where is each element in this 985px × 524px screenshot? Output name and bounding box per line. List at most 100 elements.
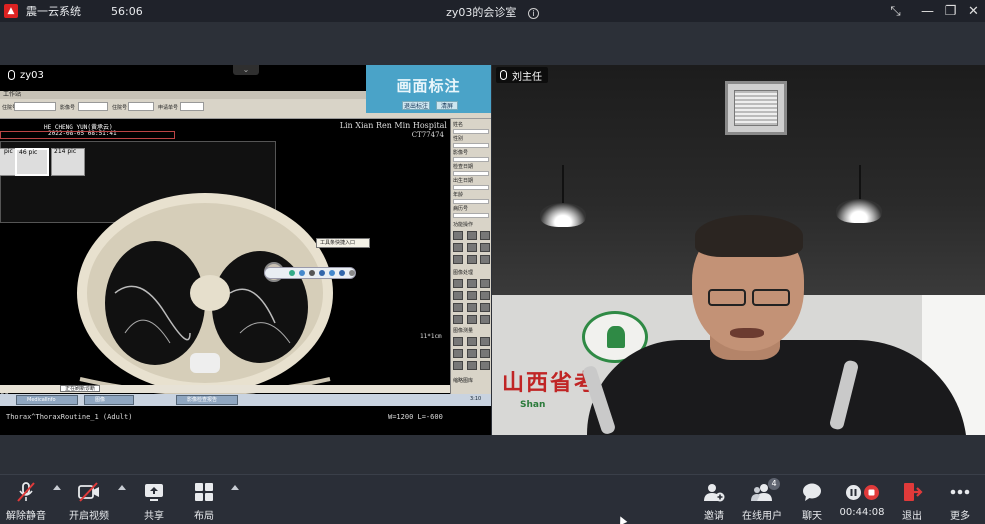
- invite-button[interactable]: 邀请: [700, 481, 728, 522]
- shrink-icon[interactable]: ⤡: [884, 0, 907, 22]
- more-button[interactable]: 更多: [946, 481, 974, 522]
- title-bar: ▲ 震一云系统 56:06 zy03的会诊室 i ⤡ — ❐ ✕: [0, 0, 985, 22]
- panel-label: 检查日期: [453, 164, 474, 170]
- layout-button[interactable]: 布局: [190, 481, 218, 522]
- tool-icon[interactable]: [466, 291, 477, 300]
- taskbar-item[interactable]: 影像检查报告: [176, 395, 238, 405]
- restore-icon[interactable]: ❐: [939, 0, 962, 22]
- tool-icon[interactable]: [466, 279, 477, 288]
- tool-icon[interactable]: [453, 315, 463, 324]
- share-screen-icon: [143, 481, 165, 503]
- invite-user-icon: [703, 481, 725, 503]
- room-title: zy03的会诊室: [446, 6, 517, 19]
- tool-icon[interactable]: [453, 231, 463, 240]
- taskbar-item[interactable]: 图像: [84, 395, 134, 405]
- stop-record-icon[interactable]: [863, 484, 879, 500]
- line-tool-icon[interactable]: [309, 270, 315, 276]
- thumbnail-label: pic: [4, 148, 13, 155]
- ct-field-input[interactable]: [128, 102, 154, 111]
- panel-label: 影像号: [453, 150, 469, 156]
- video-tile-zy03[interactable]: zy03 ⌄ 工作站 住院号 影像号 住院号 申请单号 画面标注 退出标注 清屏: [0, 65, 491, 435]
- ct-field-label-3: 申请单号: [158, 105, 179, 111]
- info-icon[interactable]: i: [527, 7, 539, 19]
- annotation-banner: 画面标注 退出标注 清屏: [366, 65, 491, 113]
- tool-icon[interactable]: [480, 349, 490, 358]
- recording-controls[interactable]: 00:44:08: [840, 481, 884, 518]
- tool-icon[interactable]: [453, 291, 463, 300]
- tool-icon[interactable]: [480, 279, 490, 288]
- shape-tool-icon[interactable]: [329, 270, 335, 276]
- tool-icon[interactable]: [466, 315, 477, 324]
- panel-bottom-label[interactable]: 缩略图库: [453, 377, 473, 384]
- microphone-icon: [8, 70, 15, 80]
- layout-options-caret-icon[interactable]: [231, 485, 239, 490]
- audio-options-caret-icon[interactable]: [53, 485, 61, 490]
- microphone-icon: [500, 70, 507, 80]
- close-tool-icon[interactable]: [349, 270, 355, 276]
- participant-name: 刘主任: [512, 71, 542, 83]
- more-label: 更多: [950, 511, 970, 522]
- share-button[interactable]: 共享: [140, 481, 168, 522]
- exit-annotation-button[interactable]: 退出标注: [402, 101, 430, 110]
- pen-tool-icon[interactable]: [289, 270, 295, 276]
- record-time: 00:44:08: [839, 507, 885, 518]
- tool-icon[interactable]: [466, 243, 477, 252]
- video-tile-liu[interactable]: 山西省考 Shan 刘主任: [492, 65, 985, 435]
- close-icon[interactable]: ✕: [962, 0, 985, 22]
- video-options-caret-icon[interactable]: [118, 485, 126, 490]
- tool-icon[interactable]: [480, 243, 490, 252]
- tool-icon[interactable]: [466, 337, 477, 346]
- unmute-label: 解除静音: [6, 511, 46, 522]
- tool-icon[interactable]: [480, 337, 490, 346]
- ct-field-input[interactable]: [78, 102, 108, 111]
- header-highlight-box: [0, 131, 175, 139]
- online-users-button[interactable]: 4 在线用户: [741, 478, 783, 522]
- text-tool-icon[interactable]: [319, 270, 325, 276]
- tool-icon[interactable]: [466, 361, 477, 370]
- thumbnail-selected[interactable]: 46 pic: [15, 148, 49, 176]
- eraser-tool-icon[interactable]: [339, 270, 345, 276]
- tool-icon[interactable]: [480, 315, 490, 324]
- tool-icon[interactable]: [466, 231, 477, 240]
- arrow-tool-icon[interactable]: [299, 270, 305, 276]
- tool-icon[interactable]: [466, 349, 477, 358]
- chat-button[interactable]: 聊天: [798, 481, 826, 522]
- thumbnail[interactable]: 214 pic: [51, 148, 85, 176]
- tool-icon[interactable]: [453, 349, 463, 358]
- muted-mic-icon: [15, 481, 37, 503]
- ct-menu-text: 工作站: [3, 91, 22, 98]
- tool-icon[interactable]: [480, 361, 490, 370]
- annotation-tool-strip: [264, 267, 356, 279]
- tool-icon[interactable]: [453, 361, 463, 370]
- tool-icon[interactable]: [466, 255, 477, 264]
- meeting-timer: 56:06: [111, 4, 143, 18]
- window-controls: ⤡ — ❐ ✕: [884, 0, 985, 22]
- ceiling-lamp: [836, 199, 882, 223]
- ct-field-input[interactable]: [14, 102, 56, 111]
- tool-icon[interactable]: [480, 291, 490, 300]
- tool-icon[interactable]: [453, 303, 463, 312]
- panel-field: [453, 129, 489, 134]
- participant-name: zy03: [20, 69, 44, 81]
- collapse-chevron-icon[interactable]: ⌄: [233, 65, 259, 75]
- tool-icon[interactable]: [453, 255, 463, 264]
- shortcut-popup[interactable]: 工具条快捷入口: [316, 238, 370, 248]
- start-video-button[interactable]: 开启视频: [68, 481, 110, 522]
- tool-icon[interactable]: [480, 255, 490, 264]
- minimize-icon[interactable]: —: [916, 0, 939, 22]
- tool-icon[interactable]: [453, 279, 463, 288]
- exit-button[interactable]: 退出: [898, 481, 926, 522]
- tool-icon[interactable]: [466, 303, 477, 312]
- tool-icon[interactable]: [480, 231, 490, 240]
- clear-screen-button[interactable]: 清屏: [436, 101, 458, 110]
- tool-icon[interactable]: [453, 243, 463, 252]
- panel-icon-row: [453, 255, 490, 264]
- taskbar-item[interactable]: MedicalInfo: [16, 395, 78, 405]
- ceiling-vent: [725, 81, 787, 135]
- tool-icon[interactable]: [480, 303, 490, 312]
- pause-record-icon[interactable]: [845, 484, 861, 500]
- layout-label: 布局: [194, 511, 214, 522]
- tool-icon[interactable]: [453, 337, 463, 346]
- ct-field-input[interactable]: [180, 102, 204, 111]
- unmute-button[interactable]: 解除静音: [6, 481, 46, 522]
